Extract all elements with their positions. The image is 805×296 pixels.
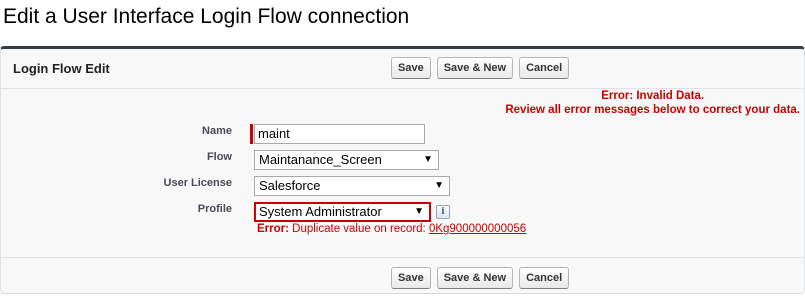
chevron-down-icon: ▼ <box>423 154 433 165</box>
name-input[interactable]: maint <box>254 124 425 144</box>
panel-footer-divider <box>1 257 804 258</box>
user-license-select[interactable]: Salesforce ▼ <box>254 176 450 196</box>
chevron-down-icon: ▼ <box>434 180 444 191</box>
page-title: Edit a User Interface Login Flow connect… <box>3 5 410 28</box>
page-error-message: Error: Invalid Data. Review all error me… <box>505 89 800 117</box>
flow-select[interactable]: Maintanance_Screen ▼ <box>254 150 439 170</box>
required-indicator <box>250 124 253 144</box>
field-error-message: Duplicate value on record: <box>288 223 429 235</box>
chevron-down-icon: ▼ <box>414 206 424 217</box>
login-flow-edit-panel: Login Flow Edit Save Save & New Cancel E… <box>0 46 805 294</box>
save-new-button-top[interactable]: Save & New <box>436 57 514 79</box>
profile-label: Profile <box>197 203 232 215</box>
flow-label: Flow <box>206 151 232 163</box>
panel-title: Login Flow Edit <box>13 61 110 76</box>
flow-select-value: Maintanance_Screen <box>259 152 382 167</box>
profile-select[interactable]: System Administrator ▼ <box>254 202 431 222</box>
field-error-prefix: Error: <box>257 223 289 235</box>
save-new-button-bottom[interactable]: Save & New <box>436 267 514 289</box>
page-error-line2: Review all error messages below to corre… <box>505 104 800 116</box>
info-icon[interactable]: i <box>436 205 450 219</box>
panel-header: Login Flow Edit Save Save & New Cancel <box>1 49 804 89</box>
name-label: Name <box>202 125 232 137</box>
save-button-top[interactable]: Save <box>391 57 431 79</box>
bottom-button-row: Save Save & New Cancel <box>391 267 570 289</box>
cancel-button-top[interactable]: Cancel <box>519 57 570 79</box>
save-button-bottom[interactable]: Save <box>391 267 431 289</box>
user-license-label: User License <box>163 177 232 189</box>
page-error-line1: Error: Invalid Data. <box>601 90 705 102</box>
top-button-row: Save Save & New Cancel <box>391 57 570 79</box>
user-license-select-value: Salesforce <box>259 178 321 193</box>
cancel-button-bottom[interactable]: Cancel <box>519 267 570 289</box>
profile-field-error: Error: Duplicate value on record: 0Kg900… <box>257 223 526 235</box>
duplicate-record-link[interactable]: 0Kg900000000056 <box>429 223 526 235</box>
profile-select-value: System Administrator <box>259 204 382 219</box>
